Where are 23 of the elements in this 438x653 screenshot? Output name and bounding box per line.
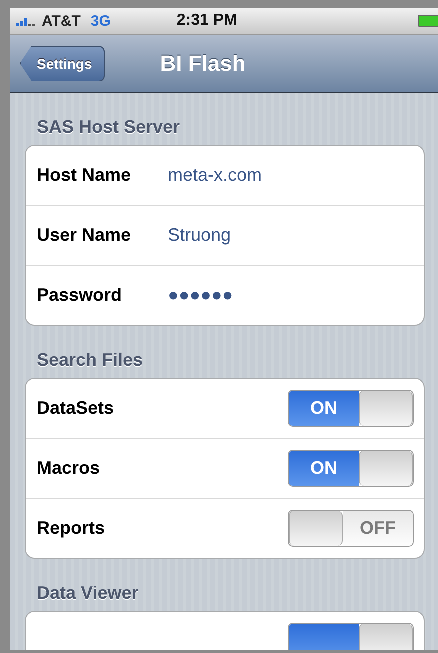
battery-icon [418,15,438,27]
row-label: Host Name [37,165,132,186]
back-button[interactable]: Settings [20,46,106,82]
carrier-name: AT&T [42,12,81,30]
row-label: Reports [37,518,106,539]
section-header: SAS Host Server [36,116,182,131]
section-header: Data Viewer [36,582,140,597]
field-value[interactable]: meta-x.com [168,165,262,186]
row-label: User Name [37,225,132,246]
field-value[interactable]: ●●●●●● [168,285,234,306]
screen-title: BI Flash [160,50,246,76]
network-type: 3G [90,12,111,30]
section-header: Search Files [36,349,144,364]
row-label: Macros [37,458,102,479]
signal-icon [16,16,38,26]
status-time: 2:31 PM [176,12,238,30]
row-label: Password [37,285,124,306]
toggle-switch[interactable]: ON [288,390,414,427]
field-value[interactable]: Struong [168,225,232,246]
toggle-switch[interactable]: ON [288,450,414,487]
row-label: DataSets [37,398,116,419]
toggle-switch[interactable]: OFF [288,510,414,547]
toggle-switch[interactable] [288,623,414,650]
